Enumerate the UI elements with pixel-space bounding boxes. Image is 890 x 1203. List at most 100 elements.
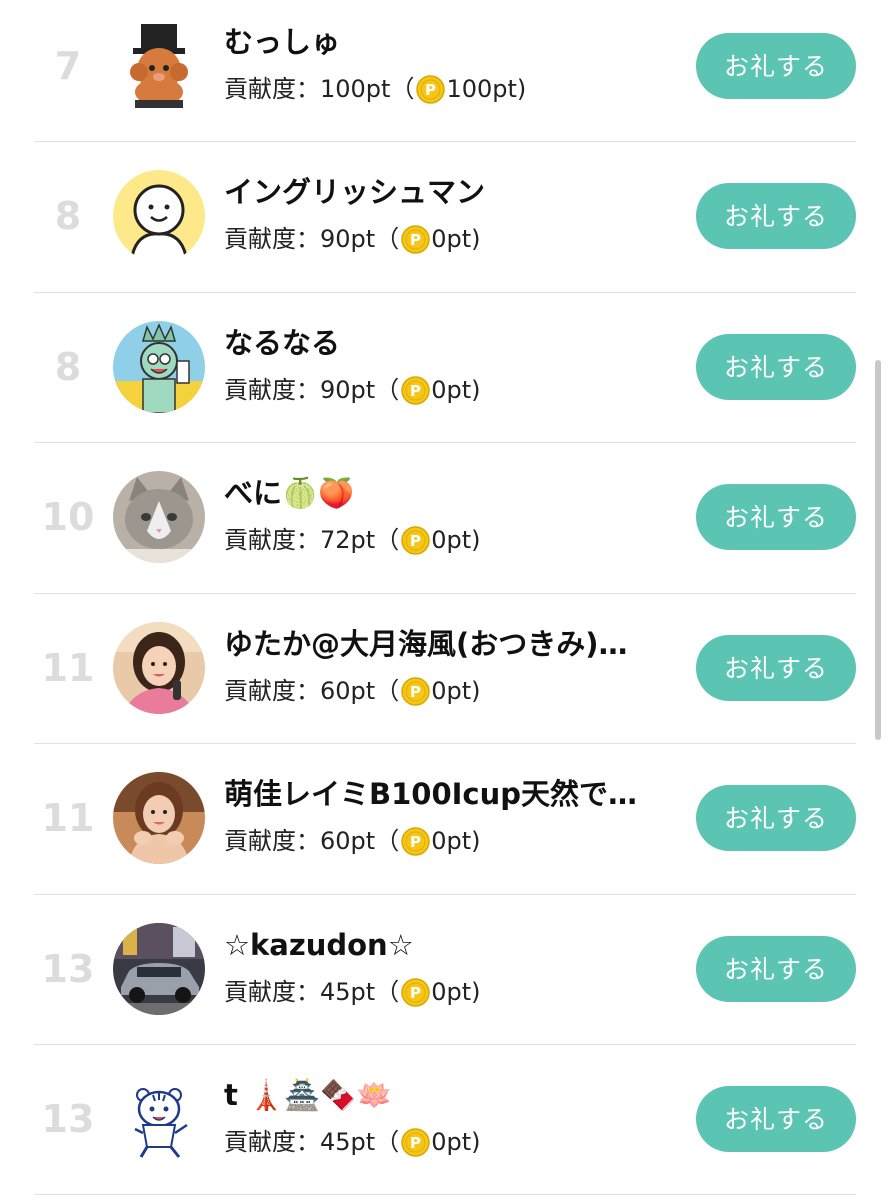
coin-points: 100pt: [446, 75, 517, 103]
contribution-points: 60pt: [320, 677, 376, 705]
poodle-tophat-avatar[interactable]: [113, 20, 205, 112]
scrollbar[interactable]: [875, 360, 881, 740]
contribution-points: 45pt: [320, 1128, 376, 1156]
thanks-button[interactable]: お礼する: [696, 785, 856, 851]
close-paren: ): [471, 827, 481, 855]
open-paren: （: [375, 677, 400, 705]
rank-number: 13: [41, 947, 95, 991]
thanks-button[interactable]: お礼する: [696, 635, 856, 701]
ranking-row: 10 べに🍈🍑 貢献度： 72pt （ P 0pt) お礼する: [0, 451, 890, 601]
ranking-row: 13 ☆kazudon☆ 貢献度： 45pt （ P 0pt) お礼する: [0, 903, 890, 1053]
coin-icon: P: [401, 375, 430, 405]
rank-number: 11: [41, 796, 95, 840]
coin-icon: P: [401, 525, 430, 555]
cat-photo-avatar[interactable]: [113, 471, 205, 563]
svg-text:P: P: [410, 382, 421, 400]
contribution-line: 貢献度： 90pt （ P 0pt): [224, 374, 480, 406]
open-paren: （: [375, 978, 400, 1006]
rank-number: 7: [54, 44, 82, 88]
coin-icon: P: [401, 1127, 430, 1157]
coin-points: 0pt: [431, 376, 472, 404]
coin-points: 0pt: [431, 1128, 472, 1156]
close-paren: ): [471, 1128, 481, 1156]
contribution-label: 貢献度：: [224, 225, 320, 253]
tiger-mascot-avatar[interactable]: [113, 1073, 205, 1165]
contribution-line: 貢献度： 90pt （ P 0pt): [224, 223, 480, 255]
close-paren: ): [516, 75, 527, 103]
user-name[interactable]: イングリッシュマン: [224, 174, 679, 210]
svg-text:P: P: [410, 833, 421, 851]
divider: [34, 442, 856, 443]
default-face-avatar[interactable]: [113, 170, 205, 262]
car-photo-avatar[interactable]: [113, 923, 205, 1015]
divider: [34, 141, 856, 142]
open-paren: （: [375, 225, 400, 253]
divider: [34, 743, 856, 744]
svg-text:P: P: [425, 81, 436, 99]
user-name[interactable]: ゆたか@大月海風(おつきみ)…: [224, 626, 679, 662]
contribution-points: 45pt: [320, 978, 376, 1006]
contribution-line: 貢献度： 100pt （P 100pt): [224, 73, 526, 105]
ranking-row: 13 t 🗼🏯🍫🪷 貢献度： 45pt （ P 0pt) お礼する: [0, 1053, 890, 1203]
contribution-line: 貢献度： 60pt （ P 0pt): [224, 675, 480, 707]
statue-character-avatar[interactable]: [113, 321, 205, 413]
contribution-label: 貢献度：: [224, 75, 320, 103]
open-paren: （: [390, 75, 415, 103]
thanks-button[interactable]: お礼する: [696, 484, 856, 550]
svg-text:P: P: [410, 1134, 421, 1152]
thanks-button[interactable]: お礼する: [696, 334, 856, 400]
contribution-points: 60pt: [320, 827, 376, 855]
coin-points: 0pt: [431, 526, 472, 554]
user-name[interactable]: t 🗼🏯🍫🪷: [224, 1077, 679, 1113]
user-name[interactable]: むっしゅ: [224, 24, 679, 60]
open-paren: （: [375, 1128, 400, 1156]
contribution-label: 貢献度：: [224, 827, 320, 855]
contribution-points: 90pt: [320, 225, 376, 253]
ranking-row: 8 イングリッシュマン 貢献度： 90pt （ P 0pt) お礼する: [0, 150, 890, 300]
contribution-points: 90pt: [320, 376, 376, 404]
person-photo-avatar[interactable]: [113, 622, 205, 714]
user-name[interactable]: ☆kazudon☆: [224, 927, 679, 963]
contribution-label: 貢献度：: [224, 526, 320, 554]
svg-text:P: P: [410, 984, 421, 1002]
coin-icon: P: [416, 74, 446, 104]
ranking-row: 11 ゆたか@大月海風(おつきみ)… 貢献度： 60pt （ P 0pt) お礼する: [0, 602, 890, 752]
coin-icon: P: [401, 826, 430, 856]
contribution-line: 貢献度： 45pt （ P 0pt): [224, 976, 480, 1008]
thanks-button[interactable]: お礼する: [696, 1086, 856, 1152]
open-paren: （: [375, 376, 400, 404]
rank-number: 8: [54, 345, 82, 389]
contribution-label: 貢献度：: [224, 978, 320, 1006]
open-paren: （: [375, 827, 400, 855]
thanks-button[interactable]: お礼する: [696, 183, 856, 249]
contribution-label: 貢献度：: [224, 376, 320, 404]
person-photo-avatar[interactable]: [113, 772, 205, 864]
rank-number: 8: [54, 194, 82, 238]
user-name[interactable]: なるなる: [224, 325, 679, 361]
contribution-line: 貢献度： 45pt （ P 0pt): [224, 1126, 480, 1158]
ranking-row: 7 むっしゅ 貢献度： 100pt （P 100pt) お礼する: [0, 0, 890, 150]
svg-text:P: P: [410, 231, 421, 249]
coin-points: 0pt: [431, 225, 472, 253]
close-paren: ): [471, 677, 481, 705]
rank-number: 10: [41, 495, 95, 539]
thanks-button[interactable]: お礼する: [696, 33, 856, 99]
user-name[interactable]: べに🍈🍑: [224, 475, 679, 511]
close-paren: ): [471, 526, 481, 554]
svg-text:P: P: [410, 683, 421, 701]
coin-icon: P: [401, 676, 430, 706]
divider: [34, 1044, 856, 1045]
coin-icon: P: [401, 224, 430, 254]
coin-icon: P: [401, 977, 430, 1007]
contribution-label: 貢献度：: [224, 677, 320, 705]
open-paren: （: [375, 526, 400, 554]
user-name[interactable]: 萌佳レイミB100Icup天然で…: [224, 776, 679, 812]
rank-number: 13: [41, 1097, 95, 1141]
coin-points: 0pt: [431, 677, 472, 705]
coin-points: 0pt: [431, 978, 472, 1006]
close-paren: ): [471, 225, 481, 253]
divider: [34, 593, 856, 594]
divider: [34, 1194, 856, 1195]
divider: [34, 894, 856, 895]
thanks-button[interactable]: お礼する: [696, 936, 856, 1002]
